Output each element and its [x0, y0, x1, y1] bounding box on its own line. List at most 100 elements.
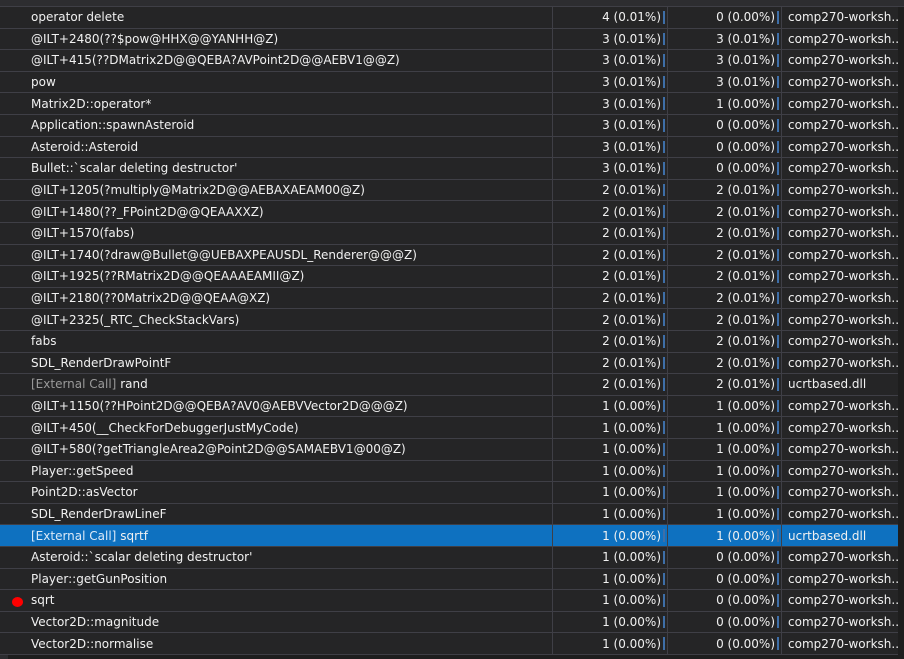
exclusive-percent-bar	[777, 399, 779, 413]
function-name-cell[interactable]: Player::getGunPosition	[8, 568, 553, 590]
module-name-cell: comp270-worksh...	[788, 53, 898, 68]
inclusive-samples-value: 1 (0.00%)	[602, 507, 661, 522]
table-row[interactable]: @ILT+1480(??_FPoint2D@@QEAAXXZ) 2 (0.01%)…	[0, 201, 898, 223]
function-name: @ILT+1925(??RMatrix2D@@QEAAAEAMII@Z)	[31, 269, 305, 284]
inclusive-samples-cell: 3 (0.01%)	[553, 115, 668, 136]
function-list-grid: operator delete 4 (0.01%) 0 (0.00%) comp270…	[0, 0, 904, 659]
table-row[interactable]: [External Call] rand 2 (0.01%) 2 (0.01%) uc…	[0, 374, 898, 396]
function-name-cell[interactable]: pow	[8, 71, 553, 93]
table-row[interactable]: [External Call] sqrtf 1 (0.00%) 1 (0.00%) u…	[0, 525, 898, 547]
table-row[interactable]: Asteroid::Asteroid 3 (0.01%) 0 (0.00%) comp…	[0, 136, 898, 159]
table-row[interactable]: @ILT+1570(fabs) 2 (0.01%) 2 (0.01%) comp270…	[0, 223, 898, 245]
function-name: @ILT+450(__CheckForDebuggerJustMyCode)	[31, 420, 299, 435]
function-name-cell[interactable]: Asteroid::Asteroid	[8, 136, 553, 158]
function-name-cell[interactable]: fabs	[8, 331, 553, 352]
function-name-cell[interactable]: @ILT+1570(fabs)	[8, 223, 553, 244]
table-row[interactable]: Vector2D::normalise 1 (0.00%) 0 (0.00%) com…	[0, 633, 898, 655]
exclusive-samples-cell: 2 (0.01%)	[668, 223, 782, 244]
table-row[interactable]: Player::getGunPosition 1 (0.00%) 0 (0.00%)…	[0, 568, 898, 591]
table-row[interactable]: SDL_RenderDrawPointF 2 (0.01%) 2 (0.01%) co…	[0, 352, 898, 375]
exclusive-samples-value: 2 (0.01%)	[716, 226, 775, 241]
inclusive-samples-value: 2 (0.01%)	[602, 183, 661, 198]
table-row[interactable]: @ILT+1740(?draw@Bullet@@UEBAXPEAUSDL_Ren…	[0, 244, 898, 267]
module-name-cell: comp270-worksh...	[788, 269, 898, 284]
exclusive-percent-bar	[777, 97, 779, 110]
inclusive-percent-bar	[663, 205, 665, 218]
function-name-cell[interactable]: Vector2D::magnitude	[8, 611, 553, 633]
table-row[interactable]: pow 3 (0.01%) 3 (0.01%) comp270-worksh...	[0, 71, 898, 94]
inclusive-samples-value: 2 (0.01%)	[602, 312, 661, 327]
exclusive-samples-cell: 2 (0.01%)	[668, 266, 782, 287]
exclusive-samples-value: 0 (0.00%)	[716, 10, 775, 25]
table-row[interactable]: @ILT+1925(??RMatrix2D@@QEAAAEAMII@Z) 2 (0…	[0, 266, 898, 288]
table-row[interactable]: fabs 2 (0.01%) 2 (0.01%) comp270-worksh...	[0, 331, 898, 353]
function-name-cell[interactable]: @ILT+580(?getTriangleArea2@Point2D@@SAMA…	[8, 439, 553, 460]
table-row[interactable]: Application::spawnAsteroid 3 (0.01%) 0 (0.…	[0, 115, 898, 137]
function-name: @ILT+1205(?multiply@Matrix2D@@AEBAXAEAM0…	[31, 183, 365, 198]
function-name-cell[interactable]: Bullet::`scalar deleting destructor'	[8, 158, 553, 179]
table-row[interactable]: @ILT+450(__CheckForDebuggerJustMyCode) 1 …	[0, 417, 898, 439]
table-row[interactable]: operator delete 4 (0.01%) 0 (0.00%) comp270…	[0, 7, 898, 29]
table-row[interactable]: @ILT+2180(??0Matrix2D@@QEAA@XZ) 2 (0.01%)…	[0, 287, 898, 310]
function-name-cell[interactable]: @ILT+2480(??$pow@HHX@@YANHH@Z)	[8, 28, 553, 50]
exclusive-samples-cell: 1 (0.00%)	[668, 525, 782, 546]
inclusive-samples-cell: 1 (0.00%)	[553, 525, 668, 546]
function-name-cell[interactable]: @ILT+2325(_RTC_CheckStackVars)	[8, 309, 553, 330]
function-name-cell[interactable]: Application::spawnAsteroid	[8, 115, 553, 136]
table-row[interactable]: Bullet::`scalar deleting destructor' 3 (0…	[0, 158, 898, 180]
exclusive-samples-cell: 0 (0.00%)	[668, 115, 782, 136]
function-name-cell[interactable]: Player::getSpeed	[8, 460, 553, 482]
function-name: fabs	[31, 334, 57, 349]
table-row[interactable]: SDL_RenderDrawLineF 1 (0.00%) 1 (0.00%) com…	[0, 503, 898, 526]
exclusive-percent-bar	[777, 443, 779, 456]
function-name-cell[interactable]: operator delete	[8, 7, 553, 28]
exclusive-samples-cell: 2 (0.01%)	[668, 331, 782, 352]
table-row[interactable]: @ILT+1150(??HPoint2D@@QEBA?AV0@AEBVVecto…	[0, 395, 898, 418]
table-row[interactable]: Player::getSpeed 1 (0.00%) 1 (0.00%) comp27…	[0, 460, 898, 483]
table-row[interactable]: Vector2D::magnitude 1 (0.00%) 0 (0.00%) com…	[0, 611, 898, 634]
exclusive-samples-cell: 0 (0.00%)	[668, 633, 782, 654]
table-row[interactable]: @ILT+2325(_RTC_CheckStackVars) 2 (0.01%) 2…	[0, 309, 898, 331]
table-row[interactable]: @ILT+580(?getTriangleArea2@Point2D@@SAMA…	[0, 439, 898, 461]
function-name-cell[interactable]: SDL_RenderDrawLineF	[8, 503, 553, 525]
function-name-cell[interactable]: Matrix2D::operator*	[8, 93, 553, 114]
table-row[interactable]: @ILT+1205(?multiply@Matrix2D@@AEBAXAEAM0…	[0, 179, 898, 202]
table-row[interactable]: @ILT+2480(??$pow@HHX@@YANHH@Z) 3 (0.01%) 3…	[0, 28, 898, 51]
inclusive-percent-bar	[663, 291, 665, 305]
function-name-cell[interactable]: @ILT+1925(??RMatrix2D@@QEAAAEAMII@Z)	[8, 266, 553, 287]
inclusive-percent-bar	[663, 119, 665, 132]
function-name-cell[interactable]: Asteroid::`scalar deleting destructor'	[8, 547, 553, 568]
exclusive-samples-value: 1 (0.00%)	[716, 507, 775, 522]
inclusive-samples-value: 2 (0.01%)	[602, 247, 661, 262]
exclusive-percent-bar	[777, 507, 779, 521]
exclusive-samples-value: 1 (0.00%)	[716, 420, 775, 435]
exclusive-percent-bar	[777, 486, 779, 499]
function-name-cell[interactable]: @ILT+450(__CheckForDebuggerJustMyCode)	[8, 417, 553, 438]
table-row[interactable]: sqrt 1 (0.00%) 0 (0.00%) comp270-worksh...	[0, 590, 898, 612]
function-name-cell[interactable]: @ILT+415(??DMatrix2D@@QEBA?AVPoint2D@@AE…	[8, 50, 553, 71]
function-name-cell[interactable]: @ILT+1150(??HPoint2D@@QEBA?AV0@AEBVVecto…	[8, 395, 553, 417]
inclusive-percent-bar	[663, 572, 665, 586]
inclusive-samples-value: 1 (0.00%)	[602, 550, 661, 565]
inclusive-samples-cell: 2 (0.01%)	[553, 309, 668, 330]
function-name-cell[interactable]: Vector2D::normalise	[8, 633, 553, 654]
function-name: Matrix2D::operator*	[31, 96, 152, 111]
module-name-cell: comp270-worksh...	[788, 161, 898, 176]
table-row[interactable]: Matrix2D::operator* 3 (0.01%) 1 (0.00%) com…	[0, 93, 898, 115]
table-row[interactable]: Point2D::asVector 1 (0.00%) 1 (0.00%) comp2…	[0, 482, 898, 504]
function-name-cell[interactable]: @ILT+2180(??0Matrix2D@@QEAA@XZ)	[8, 287, 553, 309]
function-name-cell[interactable]: @ILT+1480(??_FPoint2D@@QEAAXXZ)	[8, 201, 553, 222]
exclusive-samples-cell: 2 (0.01%)	[668, 201, 782, 222]
table-row[interactable]: Asteroid::`scalar deleting destructor' 1 …	[0, 547, 898, 569]
function-name-cell[interactable]: [External Call] rand	[8, 374, 553, 395]
function-name-cell[interactable]: @ILT+1740(?draw@Bullet@@UEBAXPEAUSDL_Ren…	[8, 244, 553, 266]
exclusive-samples-value: 0 (0.00%)	[716, 615, 775, 630]
function-name-cell[interactable]: sqrt	[8, 590, 553, 611]
function-name-cell[interactable]: @ILT+1205(?multiply@Matrix2D@@AEBAXAEAM0…	[8, 179, 553, 201]
function-name: Asteroid::Asteroid	[31, 139, 139, 154]
function-name: @ILT+1740(?draw@Bullet@@UEBAXPEAUSDL_Ren…	[31, 247, 417, 262]
function-name-cell[interactable]: [External Call] sqrtf	[8, 525, 553, 546]
function-name-cell[interactable]: SDL_RenderDrawPointF	[8, 352, 553, 374]
table-row[interactable]: @ILT+415(??DMatrix2D@@QEBA?AVPoint2D@@AE…	[0, 50, 898, 72]
function-name-cell[interactable]: Point2D::asVector	[8, 482, 553, 503]
